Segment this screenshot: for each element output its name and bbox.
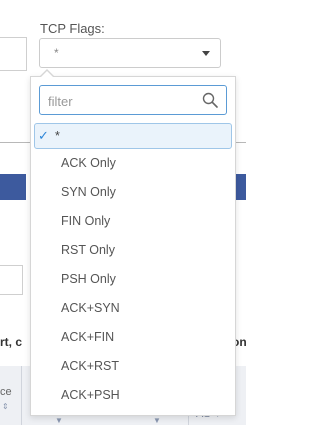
check-icon: ✓ — [38, 128, 49, 143]
chevron-down-icon — [202, 51, 210, 56]
filter-field[interactable] — [39, 85, 227, 115]
option-label: ACK+FIN — [61, 330, 115, 344]
option-label: ACK+SYN — [61, 301, 120, 315]
option-fin-only[interactable]: FIN Only — [31, 207, 235, 236]
option-label: * — [55, 129, 60, 143]
chevron-down-icon[interactable]: ▼ — [153, 416, 161, 425]
background-input-fragment — [0, 265, 23, 295]
background-column-divider — [21, 366, 22, 425]
background-chart-bar — [0, 174, 26, 200]
option-rst-only[interactable]: RST Only — [31, 236, 235, 265]
sort-icon[interactable]: ⇕ — [2, 402, 9, 411]
tcp-flags-selected-value: * — [54, 46, 59, 60]
dropdown-notch — [40, 71, 54, 78]
option-label: ACK+PSH — [61, 388, 120, 402]
filter-input[interactable] — [46, 91, 190, 111]
option-any[interactable]: ✓ * — [34, 123, 232, 149]
background-text: rt, c — [0, 335, 23, 349]
option-ack-syn[interactable]: ACK+SYN — [31, 294, 235, 323]
background-input-fragment — [0, 37, 27, 71]
option-label: ACK Only — [61, 156, 116, 170]
tcp-flags-dropdown: ✓ * ACK Only SYN Only FIN Only RST Only … — [30, 69, 236, 416]
option-label: PSH Only — [61, 272, 116, 286]
option-psh-only[interactable]: PSH Only — [31, 265, 235, 294]
chevron-down-icon[interactable]: ▼ — [55, 416, 63, 425]
option-list: ✓ * ACK Only SYN Only FIN Only RST Only … — [31, 123, 235, 410]
option-label: ACK+RST — [61, 359, 120, 373]
tcp-flags-select[interactable]: * — [39, 38, 221, 68]
option-ack-rst[interactable]: ACK+RST — [31, 352, 235, 381]
option-ack-psh[interactable]: ACK+PSH — [31, 381, 235, 410]
option-label: FIN Only — [61, 214, 111, 228]
option-ack-fin[interactable]: ACK+FIN — [31, 323, 235, 352]
option-syn-only[interactable]: SYN Only — [31, 178, 235, 207]
tcp-flags-label: TCP Flags: — [40, 21, 105, 36]
option-label: SYN Only — [61, 185, 116, 199]
background-column-header[interactable]: ce — [0, 386, 12, 398]
option-ack-only[interactable]: ACK Only — [31, 149, 235, 178]
search-icon — [202, 92, 218, 108]
option-label: RST Only — [61, 243, 115, 257]
